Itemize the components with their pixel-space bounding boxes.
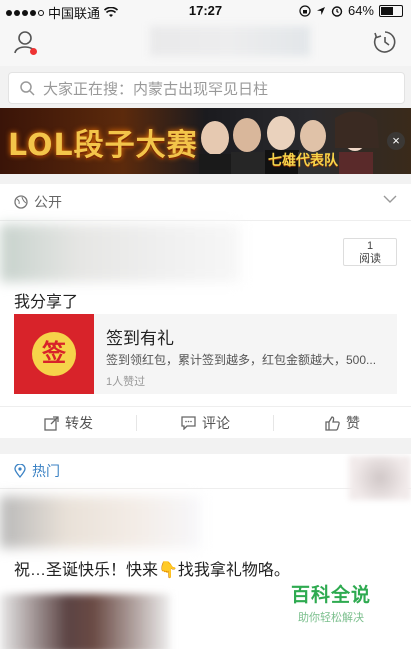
blurred-image xyxy=(349,456,411,500)
top-nav-bar xyxy=(0,22,411,66)
promo-banner[interactable]: LOL段子大赛 七雄代表队 × xyxy=(0,108,411,174)
share-thumbnail: 签 xyxy=(14,314,94,394)
share-likes: 1人赞过 xyxy=(106,376,146,388)
banner-subtitle: 七雄代表队 xyxy=(268,152,338,168)
clock-icon xyxy=(373,31,396,53)
location-icon xyxy=(316,6,325,15)
search-bar[interactable]: 大家正在搜：内蒙古出现罕见日柱 xyxy=(8,72,405,104)
search-icon xyxy=(20,81,35,96)
history-button[interactable] xyxy=(373,30,397,54)
sign-in-coin-icon: 签 xyxy=(32,332,76,376)
read-count: 1 xyxy=(366,240,374,252)
chevron-down-icon[interactable] xyxy=(383,194,397,204)
battery-icon xyxy=(379,4,403,17)
visibility-label: 公开 xyxy=(34,194,62,210)
blurred-image xyxy=(0,594,170,649)
profile-button[interactable] xyxy=(14,30,37,55)
search-placeholder: 大家正在搜：内蒙古出现罕见日柱 xyxy=(43,80,269,98)
share-description: 签到领红包，累计签到越多，红包金额越大，500... xyxy=(106,353,377,367)
alarm-icon xyxy=(331,5,343,17)
forward-icon xyxy=(44,415,59,431)
location-pin-icon xyxy=(14,464,26,478)
battery-percent: 64% xyxy=(347,3,374,18)
post-actions: 转发 评论 赞 xyxy=(0,406,411,439)
blurred-title-area xyxy=(150,26,310,56)
read-label: 阅读 xyxy=(359,253,381,265)
read-count-badge: 1 阅读 xyxy=(343,238,397,266)
banner-close-button[interactable]: × xyxy=(387,132,405,150)
status-bar: 中国联通 17:27 64% xyxy=(0,0,411,22)
banner-title: LOL段子大赛 xyxy=(8,128,198,163)
globe-icon xyxy=(14,195,28,209)
blurred-user-info xyxy=(0,496,200,548)
hot-post-text: 祝…圣诞快乐！快来👇找我拿礼物咯。 xyxy=(14,562,290,579)
comment-button[interactable]: 评论 xyxy=(137,407,274,439)
watermark-slogan: 助你轻松解决 xyxy=(297,612,364,624)
comment-icon xyxy=(181,416,196,430)
comment-label: 评论 xyxy=(202,415,230,431)
thumbs-up-icon xyxy=(325,415,340,431)
post-text: 我分享了 xyxy=(14,294,79,311)
forward-button[interactable]: 转发 xyxy=(0,407,137,439)
blurred-user-info xyxy=(0,224,240,282)
shared-link-card[interactable]: 签 签到有礼 签到领红包，累计签到越多，红包金额越大，500... 1人赞过 xyxy=(14,314,397,394)
post-header: 公开 xyxy=(0,184,411,221)
watermark-logo: 百科全说 助你轻松解决 xyxy=(291,580,371,625)
hot-label: 热门 xyxy=(32,463,60,479)
notification-dot xyxy=(30,48,37,55)
like-button[interactable]: 赞 xyxy=(274,407,411,439)
post-card: 公开 1 阅读 我分享了 签 签到有礼 签到领红包，累计签到越多，红包金额越大，… xyxy=(0,184,411,438)
like-label: 赞 xyxy=(346,415,360,431)
status-right: 64% xyxy=(299,3,403,18)
orientation-lock-icon xyxy=(299,4,311,17)
watermark-name: 百科全说 xyxy=(290,585,371,606)
forward-label: 转发 xyxy=(65,415,93,431)
share-title: 签到有礼 xyxy=(106,329,174,348)
